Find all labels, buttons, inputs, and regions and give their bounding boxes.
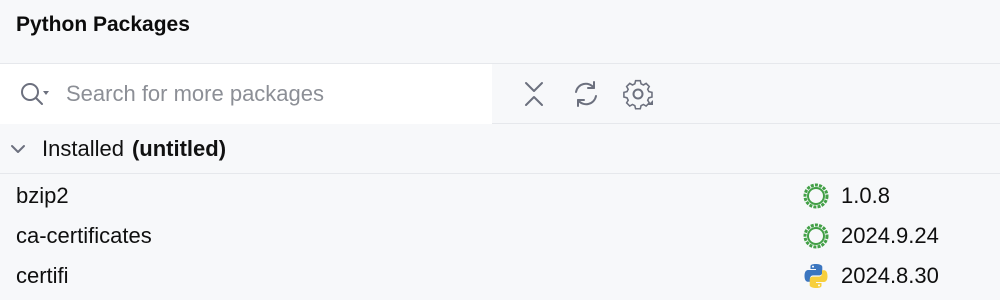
collapse-all-icon[interactable] [516,76,552,112]
search-icon[interactable] [16,76,52,112]
refresh-icon[interactable] [568,76,604,112]
python-icon [802,262,830,290]
conda-icon [802,222,830,250]
installed-group-header[interactable]: Installed (untitled) [0,124,1000,174]
python-packages-panel: Python Packages Search for more packages [0,0,1000,300]
package-version: 2024.9.24 [841,223,939,248]
panel-header: Python Packages [0,0,1000,64]
toolbar: Search for more packages [0,63,1000,124]
chevron-down-icon[interactable] [8,139,28,159]
environment-name: (untitled) [131,135,227,161]
search-field[interactable]: Search for more packages [0,63,492,124]
package-name: ca-certificates [16,223,152,248]
settings-gear-icon[interactable] [620,76,656,112]
search-placeholder[interactable]: Search for more packages [66,81,324,107]
package-version-cell: 1.0.8 [802,176,890,216]
package-name: bzip2 [16,183,69,208]
package-row[interactable]: certifi 2024.8.30 [0,256,1000,296]
package-name: certifi [16,263,69,288]
package-row[interactable]: bzip2 1.0.8 [0,176,1000,216]
package-row[interactable]: ca-certificates 2024.9.24 [0,216,1000,256]
installed-label: Installed [42,135,124,161]
toolbar-actions [516,76,656,112]
package-version: 1.0.8 [841,183,890,208]
panel-title: Python Packages [16,12,190,36]
package-list: bzip2 1.0.8 ca-certificates 2024.9.24 ce… [0,174,1000,296]
package-version-cell: 2024.8.30 [802,256,939,296]
package-version-cell: 2024.9.24 [802,216,939,256]
package-version: 2024.8.30 [841,263,939,288]
conda-icon [802,182,830,210]
